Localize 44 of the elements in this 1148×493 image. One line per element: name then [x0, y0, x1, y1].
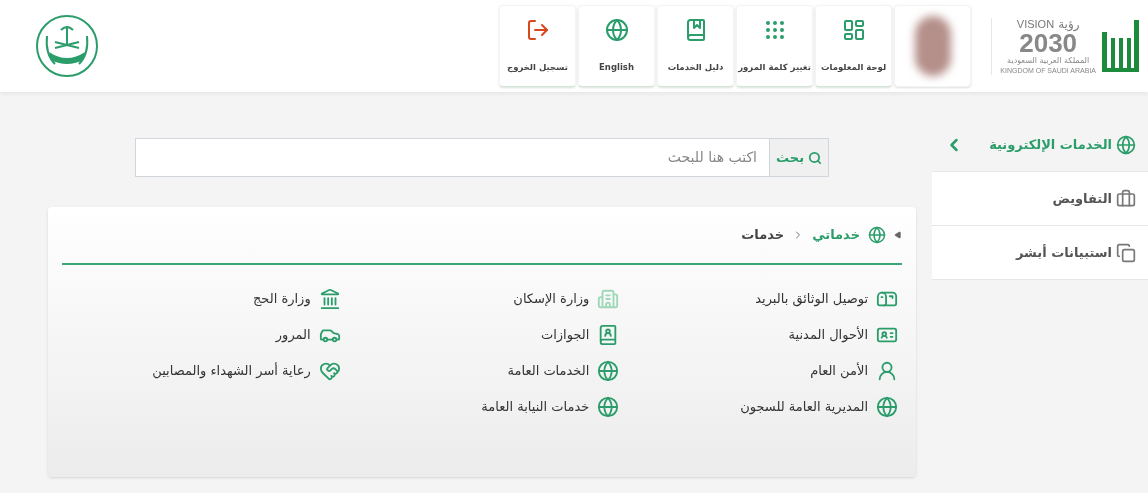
country-arabic-text: المملكة العربية السعودية: [1007, 55, 1090, 66]
photo-placeholder: [914, 16, 951, 76]
service-link[interactable]: المرور: [62, 317, 341, 353]
building-icon: [597, 288, 620, 310]
service-link[interactable]: المديرية العامة للسجون: [619, 389, 898, 425]
globe-icon: [876, 396, 898, 418]
globe-icon: [604, 18, 629, 42]
service-link[interactable]: وزارة الإسكان: [340, 281, 620, 317]
service-link[interactable]: رعاية أسر الشهداء والمصابين: [62, 353, 341, 389]
logo-bars-drawing: [1100, 18, 1140, 74]
dashboard-icon: [841, 18, 866, 42]
globe-icon: [868, 226, 886, 244]
sidebar-item[interactable]: استبيانات أبشر: [932, 226, 1148, 280]
service-link[interactable]: توصيل الوثائق بالبريد: [619, 281, 898, 317]
documents-icon: [1116, 242, 1136, 263]
breadcrumb-current: خدمات: [741, 226, 785, 245]
globe-icon: [597, 396, 620, 418]
search-icon: [808, 150, 822, 165]
sidebar-label: الخدمات الإلكترونية: [989, 135, 1112, 154]
service-link[interactable]: الجوازات: [340, 317, 620, 353]
person-icon: [876, 360, 898, 382]
toolbar-button[interactable]: English: [578, 5, 655, 87]
service-link[interactable]: وزارة الحج: [62, 281, 341, 317]
search-field[interactable]: اكتب هنا للبحث: [135, 138, 769, 177]
toolbar-button[interactable]: لوحة المعلومات: [815, 5, 892, 87]
service-link[interactable]: الأحوال المدنية: [619, 317, 898, 353]
toolbar-button[interactable]: دليل الخدمات: [657, 5, 734, 87]
service-link[interactable]: الأمن العام: [619, 353, 898, 389]
service-link[interactable]: خدمات النيابة العامة: [340, 389, 620, 425]
toolbar-button[interactable]: تسجيل الخروج: [499, 5, 576, 87]
triangle-icon: [894, 231, 902, 239]
vision-arabic-text: رؤية: [1058, 17, 1080, 30]
sidebar-label: استبيانات أبشر: [1015, 243, 1112, 262]
logout-icon: [525, 18, 550, 42]
vision-text: VISION: [1016, 18, 1055, 30]
globe-icon: [597, 360, 620, 382]
sidebar-item[interactable]: التفاويض: [932, 172, 1148, 226]
emblem-icon: [35, 14, 99, 78]
sidebar-label: التفاويض: [1052, 189, 1112, 208]
avatar-tile[interactable]: [894, 5, 971, 87]
toolbar-button[interactable]: تغيير كلمة المرور: [736, 5, 813, 87]
briefcase-icon: [1116, 188, 1136, 209]
globe-icon: [1116, 134, 1136, 155]
service-link[interactable]: الخدمات العامة: [340, 353, 620, 389]
